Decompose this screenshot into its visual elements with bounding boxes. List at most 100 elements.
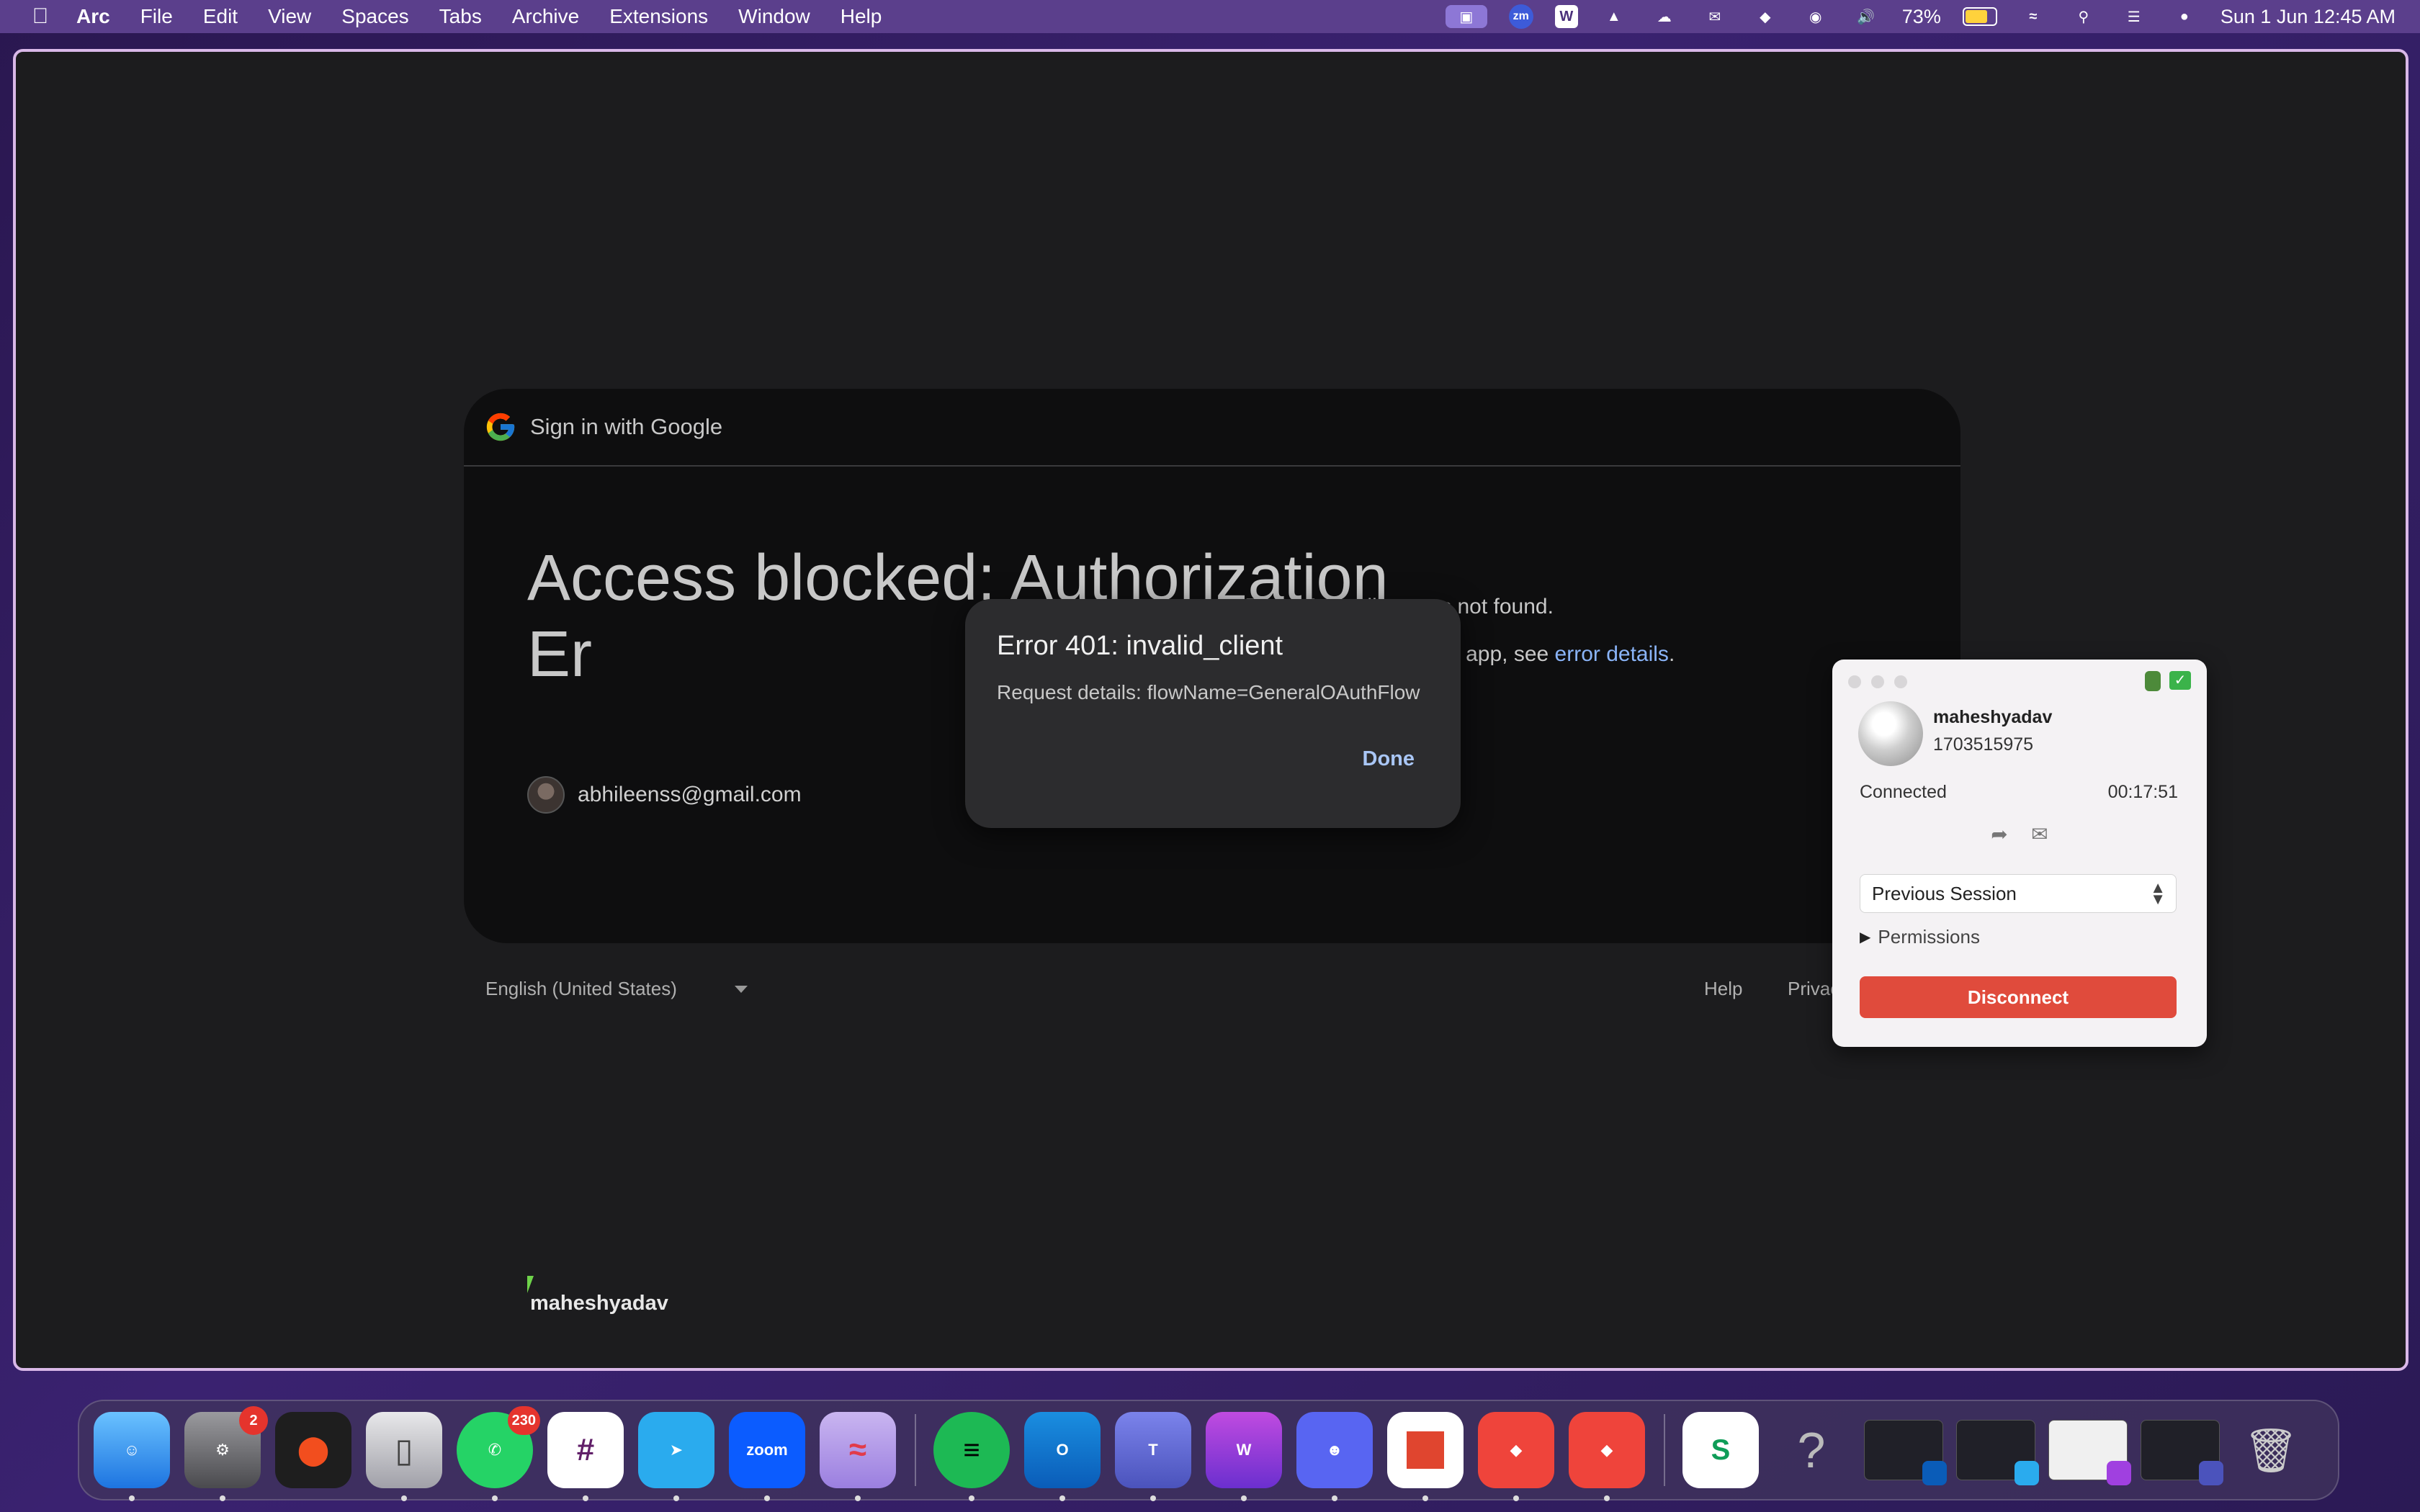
battery-percent: 73% — [1901, 5, 1941, 27]
volume-icon[interactable]: 🔊 — [1852, 5, 1881, 28]
menu-file[interactable]: File — [140, 5, 173, 28]
anydesk-red-icon[interactable] — [1387, 1412, 1464, 1501]
remote-cursor-label: maheshyadav — [530, 1292, 668, 1315]
cloud-sync-icon[interactable]: ☁ — [1650, 5, 1679, 28]
minimized-window-outlook[interactable] — [1864, 1420, 1947, 1485]
session-select[interactable]: Previous Session ▲ ▼ — [1860, 874, 2177, 913]
session-select-value: Previous Session — [1872, 882, 2017, 904]
question-mark-icon[interactable]: ? — [1773, 1412, 1850, 1488]
error-dialog: Error 401: invalid_client Request detail… — [965, 599, 1461, 828]
menu-tabs[interactable]: Tabs — [439, 5, 482, 28]
minimized-window-wps[interactable] — [2048, 1420, 2131, 1485]
apple-menu-icon[interactable]:  — [26, 0, 55, 33]
checkmark-icon: ✓ — [2169, 671, 2191, 690]
remote-user-avatar — [1858, 701, 1923, 766]
error-details-link[interactable]: error details — [1555, 642, 1669, 666]
anydesk-session-panel: ✓ maheshyadav 1703515975 Connected 00:17… — [1832, 660, 2207, 1047]
discord-icon[interactable]: ☻ — [1296, 1412, 1373, 1501]
anydesk-status-icon[interactable]: ◆ — [1751, 5, 1780, 28]
language-label: English (United States) — [485, 978, 677, 999]
file-transfer-icon[interactable]: ➦ — [1986, 822, 2012, 847]
minimized-window-telegram[interactable] — [1956, 1420, 2039, 1485]
zoom-window-button[interactable] — [1894, 675, 1907, 688]
menubar-clock[interactable]: Sun 1 Jun 12:45 AM — [2220, 6, 2396, 28]
system-settings-icon[interactable]: ⚙ 2 — [184, 1406, 268, 1501]
settings-badge: 2 — [239, 1406, 268, 1435]
figma-icon[interactable]: ⬤ — [275, 1412, 351, 1488]
teams-icon[interactable]: T — [1115, 1412, 1191, 1501]
trash-icon[interactable]: 🗑 — [2233, 1412, 2309, 1488]
minimize-window-button[interactable] — [1871, 675, 1884, 688]
dock-separator — [915, 1414, 916, 1486]
menu-bar:  Arc File Edit View Spaces Tabs Archive… — [0, 0, 2420, 33]
extension-status-icon[interactable]: ◉ — [1801, 5, 1830, 28]
menu-spaces[interactable]: Spaces — [341, 5, 408, 28]
close-window-button[interactable] — [1848, 675, 1861, 688]
google-sheets-icon[interactable]: S — [1682, 1412, 1759, 1488]
whatsapp-badge: 230 — [507, 1406, 540, 1435]
lock-icon — [2145, 671, 2161, 691]
anydesk-icon[interactable]: ◆ — [1478, 1412, 1554, 1501]
iphone-mirroring-icon[interactable]: ▯ — [366, 1412, 442, 1501]
session-badges: ✓ — [2145, 671, 2191, 691]
chevron-updown-icon: ▲ ▼ — [2150, 878, 2166, 908]
permissions-toggle[interactable]: ▶ Permissions — [1860, 926, 1980, 948]
signin-footer: English (United States) Help Privac — [485, 978, 1926, 1014]
error-dialog-details: Request details: flowName=GeneralOAuthFl… — [997, 681, 1420, 703]
control-center-icon[interactable]: ☰ — [2120, 5, 2148, 28]
disclosure-triangle-icon: ▶ — [1860, 930, 1871, 945]
permissions-label: Permissions — [1878, 926, 1980, 948]
session-action-icons: ➦ ✉ — [1832, 822, 2207, 847]
spotify-icon[interactable]: ≡ — [933, 1412, 1010, 1501]
zoom-icon[interactable]: zoom — [729, 1412, 805, 1501]
menu-window[interactable]: Window — [738, 5, 810, 28]
session-timer: 00:17:51 — [2107, 782, 2178, 802]
connection-status: Connected — [1860, 782, 1947, 802]
remote-user-name: maheshyadav — [1933, 707, 2053, 727]
dock: ☺ ⚙ 2 ⬤ ▯ ✆ 230 # ➤ zoom ≈ ≡ O T W ☻ ◆ ◆ S… — [78, 1400, 2339, 1501]
help-link[interactable]: Help — [1704, 978, 1742, 1000]
menu-edit[interactable]: Edit — [203, 5, 238, 28]
details-suffix: . — [1668, 642, 1675, 666]
done-button[interactable]: Done — [1363, 747, 1415, 771]
chevron-down-icon — [734, 985, 748, 993]
zoom-status-icon[interactable]: zm — [1508, 4, 1533, 29]
google-logo-icon — [486, 413, 515, 441]
signin-header: Sign in with Google — [464, 389, 1960, 467]
dock-separator-2 — [1664, 1414, 1665, 1486]
siri-icon[interactable]: ● — [2170, 5, 2199, 28]
telegram-icon[interactable]: ➤ — [638, 1412, 714, 1501]
remote-user-id: 1703515975 — [1933, 734, 2034, 755]
wifi-icon[interactable]: ≈ — [2019, 5, 2048, 28]
disconnect-button[interactable]: Disconnect — [1860, 976, 2177, 1018]
arc-browser-icon[interactable]: ≈ — [820, 1412, 896, 1501]
anydesk-session-icon[interactable]: ◆ — [1569, 1412, 1645, 1501]
outlook-status-icon[interactable]: ✉ — [1700, 5, 1729, 28]
window-controls — [1848, 675, 1907, 688]
remote-cursor-icon — [527, 1276, 534, 1293]
wps-office-icon[interactable]: W — [1206, 1412, 1282, 1501]
status-area: ▣ zm W ▲ ☁ ✉ ◆ ◉ 🔊 73% ≈ ⚲ ☰ ● Sun 1 Jun… — [1445, 0, 2396, 33]
chat-icon[interactable]: ✉ — [2027, 822, 2053, 847]
word-status-icon[interactable]: W — [1554, 5, 1578, 28]
outlook-icon[interactable]: O — [1024, 1412, 1101, 1501]
menu-archive[interactable]: Archive — [512, 5, 579, 28]
zoom-dock-label: zoom — [746, 1441, 788, 1459]
error-dialog-title: Error 401: invalid_client — [997, 631, 1283, 661]
screen-share-icon[interactable]: ▣ — [1445, 5, 1487, 28]
account-chip[interactable]: abhileenss@gmail.com — [527, 776, 802, 814]
menu-view[interactable]: View — [268, 5, 311, 28]
teams-status-icon[interactable]: ▲ — [1600, 5, 1628, 28]
minimized-window-teams[interactable] — [2141, 1420, 2223, 1485]
signin-header-label: Sign in with Google — [530, 414, 723, 439]
battery-icon[interactable] — [1962, 7, 1997, 26]
menu-extensions[interactable]: Extensions — [609, 5, 708, 28]
account-email: abhileenss@gmail.com — [578, 783, 802, 806]
finder-icon[interactable]: ☺ — [94, 1412, 170, 1501]
slack-icon[interactable]: # — [547, 1412, 624, 1501]
menu-app-name[interactable]: Arc — [76, 5, 110, 28]
spotlight-search-icon[interactable]: ⚲ — [2069, 5, 2098, 28]
whatsapp-icon[interactable]: ✆ 230 — [457, 1406, 540, 1501]
menu-help[interactable]: Help — [841, 5, 882, 28]
language-select[interactable]: English (United States) — [485, 978, 748, 1000]
